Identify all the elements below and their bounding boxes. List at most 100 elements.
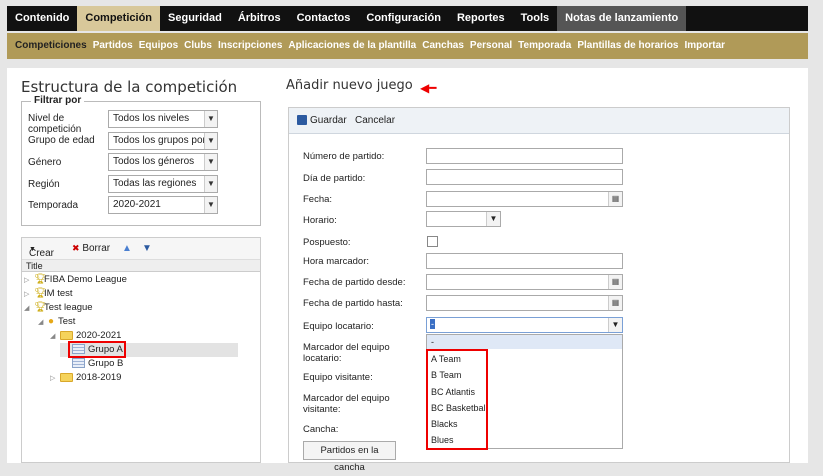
form-toolbar: Guardar Cancelar bbox=[289, 108, 789, 134]
filter-level-value: Todos los niveles bbox=[113, 113, 190, 124]
sub-nav-clubs[interactable]: Clubs bbox=[181, 33, 215, 59]
top-nav-arbitros[interactable]: Árbitros bbox=[230, 6, 289, 31]
tree-node-label: Test bbox=[58, 316, 76, 327]
top-nav-seguridad[interactable]: Seguridad bbox=[160, 6, 230, 31]
cup-icon: ● bbox=[48, 316, 55, 327]
collapse-icon[interactable]: ◢ bbox=[38, 316, 48, 330]
match-day-label: Día de partido: bbox=[303, 173, 366, 184]
filter-gender-value: Todos los géneros bbox=[113, 156, 195, 167]
date-from-input[interactable]: ▦ bbox=[426, 274, 623, 290]
move-down-icon[interactable]: ▼ bbox=[142, 243, 152, 254]
calendar-icon[interactable]: ▦ bbox=[608, 192, 622, 206]
score-time-input[interactable] bbox=[426, 253, 623, 269]
home-score-label: Marcador del equipo locatario: bbox=[303, 342, 390, 364]
delete-icon: ✖ bbox=[72, 243, 80, 253]
create-button[interactable]: Crear ▼ bbox=[29, 243, 54, 259]
tree-node-label: IM test bbox=[44, 288, 73, 299]
sub-nav-importar[interactable]: Importar bbox=[682, 33, 729, 59]
top-nav-tools[interactable]: Tools bbox=[513, 6, 558, 31]
chevron-down-icon: ▼ bbox=[204, 133, 217, 149]
sub-nav-aplicaciones[interactable]: Aplicaciones de la plantilla bbox=[285, 33, 419, 59]
calendar-icon[interactable]: ▦ bbox=[608, 296, 622, 310]
postponed-checkbox[interactable] bbox=[427, 236, 438, 247]
tree-node-label: FIBA Demo League bbox=[44, 274, 127, 285]
court-matches-button[interactable]: Partidos en la cancha bbox=[303, 441, 396, 473]
filter-region-select[interactable]: Todas las regiones ▼ bbox=[108, 175, 218, 193]
filter-level-label: Nivel de competición bbox=[28, 113, 82, 135]
filter-region-value: Todas las regiones bbox=[113, 178, 197, 189]
date-to-input[interactable]: ▦ bbox=[426, 295, 623, 311]
expand-icon[interactable]: ▷ bbox=[50, 372, 60, 386]
tree-node-test-league[interactable]: ◢ 🏆︎Test league bbox=[24, 301, 93, 315]
filter-season-select[interactable]: 2020-2021 ▼ bbox=[108, 196, 218, 214]
tree-node-label: Test league bbox=[44, 302, 93, 313]
sub-nav-temporada[interactable]: Temporada bbox=[515, 33, 574, 59]
sub-nav-personal[interactable]: Personal bbox=[467, 33, 515, 59]
time-select[interactable]: ▼ bbox=[426, 211, 501, 227]
match-number-input[interactable] bbox=[426, 148, 623, 164]
filter-season-value: 2020-2021 bbox=[113, 199, 161, 210]
sub-nav-equipos[interactable]: Equipos bbox=[136, 33, 181, 59]
table-icon bbox=[72, 358, 85, 369]
delete-label: Borrar bbox=[82, 243, 111, 254]
top-nav-release-notes[interactable]: Notas de lanzamiento bbox=[557, 6, 687, 31]
trophy-icon: 🏆︎ bbox=[34, 302, 47, 313]
tree-node-grupo-b[interactable]: Grupo B bbox=[72, 357, 123, 371]
date-to-label: Fecha de partido hasta: bbox=[303, 298, 403, 309]
highlight-annotation-box bbox=[68, 341, 126, 358]
tree-node-label: 2018-2019 bbox=[76, 372, 122, 383]
cancel-button[interactable]: Cancelar bbox=[355, 115, 395, 126]
top-nav-configuracion[interactable]: Configuración bbox=[358, 6, 449, 31]
match-day-input[interactable] bbox=[426, 169, 623, 185]
top-nav-competicion[interactable]: Competición bbox=[77, 6, 161, 31]
highlight-annotation-box bbox=[426, 349, 488, 450]
top-nav-reportes[interactable]: Reportes bbox=[449, 6, 513, 31]
tree-node-label: Grupo B bbox=[88, 358, 124, 369]
home-team-value: - bbox=[430, 319, 435, 329]
tree-column-header: Title bbox=[22, 260, 260, 272]
filter-age-value: Todos los grupos por bbox=[113, 135, 206, 146]
floppy-disk-icon bbox=[297, 115, 307, 126]
arrow-left-icon: ◀━ bbox=[420, 81, 437, 95]
delete-button[interactable]: ✖ Borrar bbox=[72, 243, 110, 254]
dropdown-option[interactable]: - bbox=[431, 336, 434, 348]
filter-season-label: Temporada bbox=[28, 200, 79, 211]
folder-icon bbox=[60, 372, 73, 382]
collapse-icon[interactable]: ◢ bbox=[50, 330, 60, 344]
tree-node-test[interactable]: ◢ ● Test bbox=[38, 315, 75, 329]
tree-node-im-test[interactable]: ▷ 🏆︎IM test bbox=[24, 287, 73, 301]
sub-nav-competiciones[interactable]: Competiciones bbox=[7, 33, 90, 59]
chevron-down-icon: ▼ bbox=[204, 197, 217, 213]
expand-icon[interactable]: ▷ bbox=[24, 274, 34, 288]
home-team-select[interactable]: - ▼ bbox=[426, 317, 623, 333]
court-label: Cancha: bbox=[303, 424, 339, 435]
chevron-down-icon: ▼ bbox=[608, 318, 622, 332]
save-button[interactable]: Guardar bbox=[297, 115, 347, 126]
tree-node-label: 2020-2021 bbox=[76, 330, 122, 341]
collapse-icon[interactable]: ◢ bbox=[24, 302, 34, 316]
top-nav-contactos[interactable]: Contactos bbox=[289, 6, 359, 31]
sub-nav: Competiciones Partidos Equipos Clubs Ins… bbox=[7, 33, 808, 59]
sub-nav-plantillas-horarios[interactable]: Plantillas de horarios bbox=[574, 33, 681, 59]
move-up-icon[interactable]: ▲ bbox=[122, 243, 132, 254]
chevron-down-icon: ▼ bbox=[204, 111, 217, 127]
filter-age-select[interactable]: Todos los grupos por ▼ bbox=[108, 132, 218, 150]
away-team-label: Equipo visitante: bbox=[303, 372, 373, 383]
trophy-icon: 🏆︎ bbox=[34, 288, 47, 299]
match-number-label: Número de partido: bbox=[303, 151, 385, 162]
expand-icon[interactable]: ▷ bbox=[24, 288, 34, 302]
save-label: Guardar bbox=[310, 115, 347, 126]
top-nav-contenido[interactable]: Contenido bbox=[7, 6, 77, 31]
date-from-label: Fecha de partido desde: bbox=[303, 277, 406, 288]
calendar-icon[interactable]: ▦ bbox=[608, 275, 622, 289]
filter-level-select[interactable]: Todos los niveles ▼ bbox=[108, 110, 218, 128]
sub-nav-inscripciones[interactable]: Inscripciones bbox=[215, 33, 285, 59]
sub-nav-partidos[interactable]: Partidos bbox=[90, 33, 136, 59]
score-time-label: Hora marcador: bbox=[303, 256, 369, 267]
tree-node-fiba-demo-league[interactable]: ▷ 🏆︎FIBA Demo League bbox=[24, 273, 127, 287]
home-team-label: Equipo locatario: bbox=[303, 321, 374, 332]
filter-gender-select[interactable]: Todos los géneros ▼ bbox=[108, 153, 218, 171]
tree-node-2018-2019[interactable]: ▷ 2018-2019 bbox=[50, 371, 121, 385]
date-input[interactable]: ▦ bbox=[426, 191, 623, 207]
sub-nav-canchas[interactable]: Canchas bbox=[419, 33, 467, 59]
